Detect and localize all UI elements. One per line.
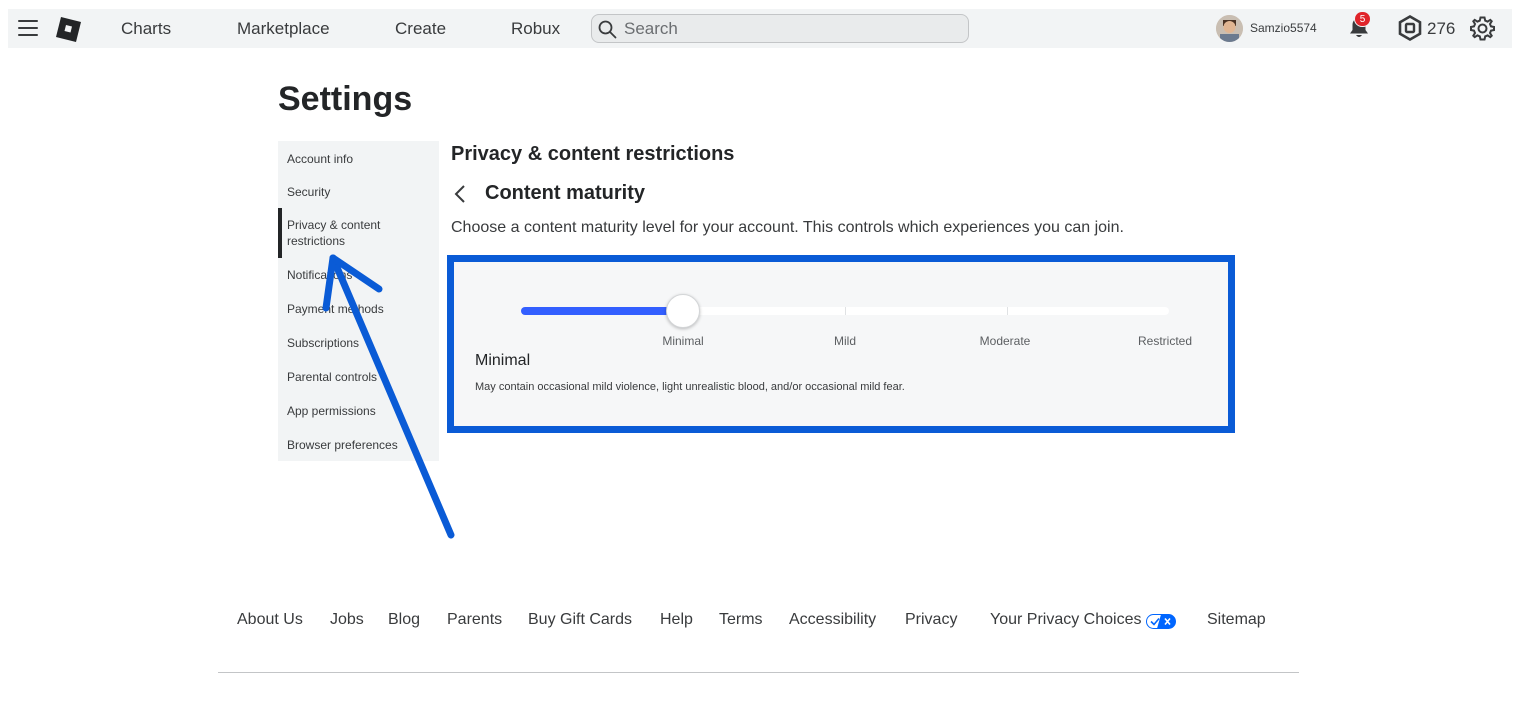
footer-link-buy-gift-cards[interactable]: Buy Gift Cards — [528, 611, 632, 629]
selected-level-name: Minimal — [475, 352, 531, 369]
top-navigation-bar: Charts Marketplace Create Robux Samzio55… — [8, 9, 1512, 48]
sidebar-item-account-info[interactable]: Account info — [278, 151, 439, 167]
avatar-image-icon — [1216, 15, 1243, 42]
footer-link-help[interactable]: Help — [660, 611, 693, 629]
level-label-restricted[interactable]: Restricted — [1138, 334, 1192, 348]
sidebar-item-payment-methods[interactable]: Payment methods — [278, 301, 439, 317]
footer-link-privacy[interactable]: Privacy — [905, 611, 957, 629]
footer-link-parents[interactable]: Parents — [447, 611, 502, 629]
footer-divider — [218, 672, 1299, 673]
level-label-mild[interactable]: Mild — [834, 334, 856, 348]
nav-create[interactable]: Create — [395, 19, 446, 39]
maturity-slider-track[interactable] — [521, 307, 1169, 315]
footer-link-blog[interactable]: Blog — [388, 611, 420, 629]
robux-icon[interactable] — [1397, 15, 1423, 41]
nav-marketplace[interactable]: Marketplace — [237, 19, 330, 39]
roblox-logo-icon[interactable] — [54, 15, 82, 43]
footer-link-jobs[interactable]: Jobs — [330, 611, 364, 629]
search-icon — [598, 20, 617, 39]
section-title: Privacy & content restrictions — [451, 143, 735, 165]
page-title: Settings — [278, 80, 413, 118]
level-label-minimal[interactable]: Minimal — [662, 334, 703, 348]
privacy-choices-toggle-icon[interactable] — [1146, 614, 1176, 629]
slider-tick — [845, 307, 846, 315]
footer-link-terms[interactable]: Terms — [719, 611, 763, 629]
footer-link-privacy-choices[interactable]: Your Privacy Choices — [990, 611, 1141, 629]
avatar[interactable] — [1216, 15, 1243, 42]
sidebar-item-parental-controls[interactable]: Parental controls — [278, 369, 439, 385]
sidebar-item-privacy[interactable]: Privacy & content restrictions — [278, 208, 408, 258]
footer-link-accessibility[interactable]: Accessibility — [789, 611, 876, 629]
search-input[interactable] — [624, 18, 944, 39]
maturity-slider-fill — [521, 307, 683, 315]
chevron-left-icon[interactable] — [452, 184, 468, 204]
footer-link-sitemap[interactable]: Sitemap — [1207, 611, 1266, 629]
sidebar-item-subscriptions[interactable]: Subscriptions — [278, 335, 439, 351]
content-maturity-panel: Minimal Mild Moderate Restricted Minimal… — [447, 255, 1235, 433]
level-label-moderate[interactable]: Moderate — [980, 334, 1031, 348]
sidebar-item-security[interactable]: Security — [278, 184, 439, 200]
search-bar — [591, 14, 969, 43]
username[interactable]: Samzio5574 — [1250, 21, 1317, 35]
sidebar-item-app-permissions[interactable]: App permissions — [278, 403, 439, 419]
menu-icon[interactable] — [18, 20, 38, 37]
nav-charts[interactable]: Charts — [121, 19, 171, 39]
sidebar-item-browser-preferences[interactable]: Browser preferences — [278, 437, 439, 453]
robux-balance[interactable]: 276 — [1427, 19, 1455, 39]
gear-icon[interactable] — [1469, 15, 1496, 42]
sidebar-item-notifications[interactable]: Notifications — [278, 267, 439, 283]
subsection-title: Content maturity — [485, 182, 645, 204]
maturity-description: Choose a content maturity level for your… — [451, 219, 1124, 236]
footer-link-about-us[interactable]: About Us — [237, 611, 303, 629]
settings-sidebar: Account info Security Privacy & content … — [278, 141, 439, 461]
notification-count-badge: 5 — [1354, 11, 1371, 27]
maturity-slider-thumb[interactable] — [666, 294, 700, 328]
slider-tick — [1007, 307, 1008, 315]
nav-robux[interactable]: Robux — [511, 19, 560, 39]
selected-level-description: May contain occasional mild violence, li… — [475, 381, 905, 393]
